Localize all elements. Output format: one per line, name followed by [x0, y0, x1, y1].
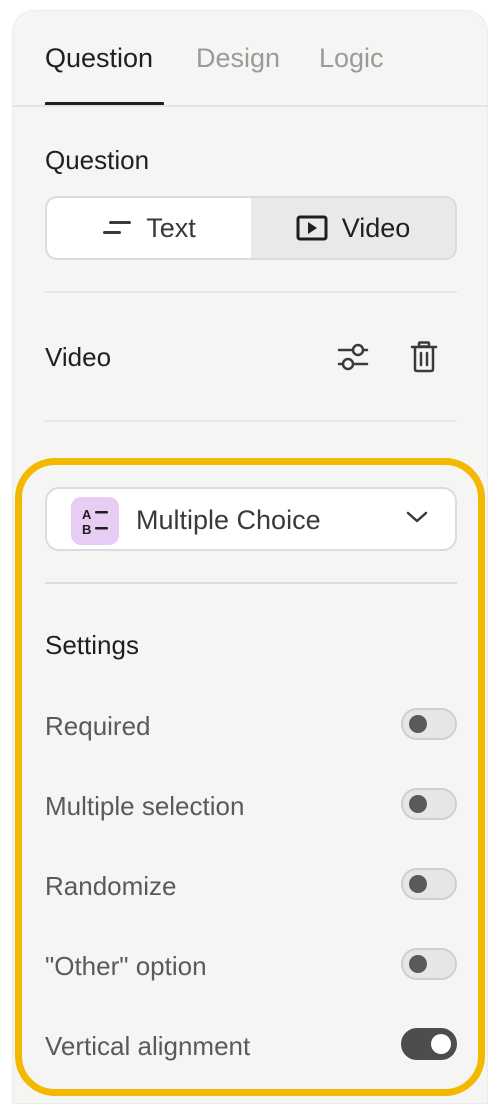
toggle-knob — [431, 1034, 451, 1054]
vertical-alignment-toggle[interactable] — [401, 1028, 457, 1060]
toggle-knob — [409, 795, 427, 813]
divider — [45, 582, 457, 584]
badge-letter-b: B — [82, 522, 91, 537]
question-format-toggle: Text Video — [45, 196, 457, 260]
question-type-label: Multiple Choice — [136, 505, 321, 535]
setting-label: Vertical alignment — [45, 1031, 251, 1061]
tab-design[interactable]: Design — [196, 43, 280, 74]
video-label: Video — [45, 342, 112, 372]
toggle-knob — [409, 875, 427, 893]
trash-icon[interactable] — [404, 337, 444, 377]
text-lines-icon — [102, 220, 132, 236]
other-option-toggle[interactable] — [401, 948, 457, 980]
setting-required: Required — [45, 708, 457, 744]
chevron-down-icon — [405, 509, 429, 530]
video-play-icon — [296, 215, 328, 241]
format-option-video-label: Video — [341, 212, 411, 243]
setting-label: Required — [45, 711, 151, 741]
setting-vertical-alignment: Vertical alignment — [45, 1028, 457, 1064]
divider — [45, 420, 457, 422]
setting-randomize: Randomize — [45, 868, 457, 904]
question-section-title: Question — [45, 145, 150, 175]
setting-multiple-selection: Multiple selection — [45, 788, 457, 824]
question-settings-panel: Question Design Logic Question Text Vide… — [12, 10, 488, 1104]
divider — [45, 291, 457, 293]
multiple-choice-icon: A B — [71, 497, 119, 545]
setting-label: Multiple selection — [45, 791, 245, 821]
toggle-knob — [409, 955, 427, 973]
toggle-knob — [409, 715, 427, 733]
question-type-dropdown[interactable]: A B Multiple Choice — [45, 487, 457, 551]
format-option-video[interactable]: Video — [251, 198, 455, 258]
tab-question[interactable]: Question — [45, 43, 153, 74]
badge-letter-a: A — [82, 507, 92, 522]
format-option-text-label: Text — [146, 212, 196, 243]
randomize-toggle[interactable] — [401, 868, 457, 900]
highlight-frame — [15, 458, 485, 1096]
setting-other-option: "Other" option — [45, 948, 457, 984]
tab-logic[interactable]: Logic — [319, 43, 384, 74]
required-toggle[interactable] — [401, 708, 457, 740]
video-row: Video — [45, 337, 457, 377]
setting-label: "Other" option — [45, 951, 207, 981]
multiple-selection-toggle[interactable] — [401, 788, 457, 820]
setting-label: Randomize — [45, 871, 177, 901]
settings-title: Settings — [45, 630, 139, 660]
sliders-icon[interactable] — [333, 337, 373, 377]
tabs-divider — [13, 105, 487, 107]
format-option-text[interactable]: Text — [47, 198, 251, 258]
tab-bar: Question Design Logic — [45, 11, 455, 107]
